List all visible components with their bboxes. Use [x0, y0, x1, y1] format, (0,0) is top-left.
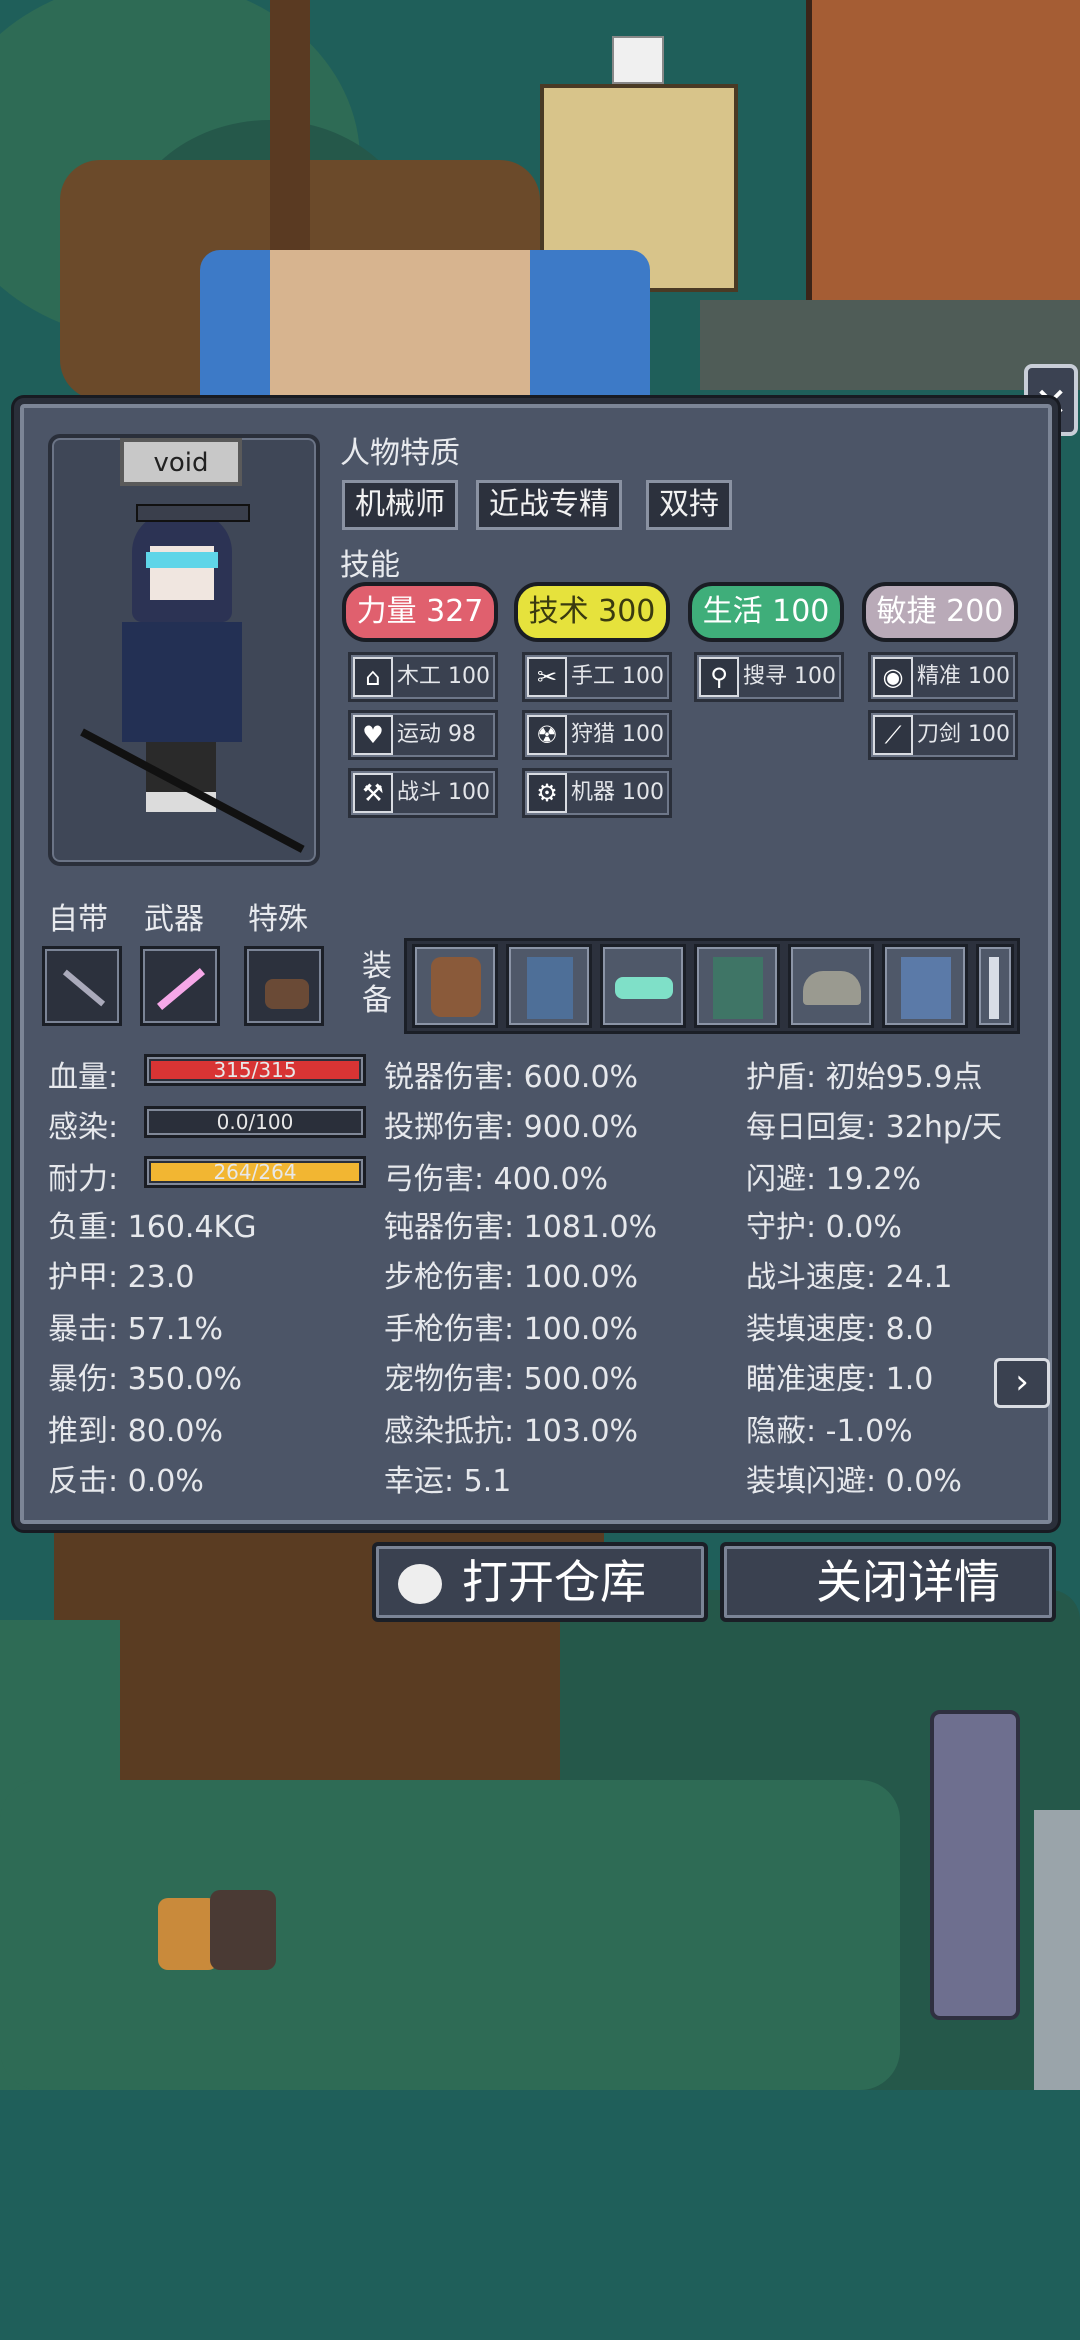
open-storage-button[interactable]: 打开仓库 [372, 1542, 708, 1622]
stat-stealth: 隐蔽: -1.0% [746, 1414, 913, 1449]
hp-value: 315/315 [213, 1058, 297, 1082]
radiation-icon: ☢ [527, 715, 567, 755]
pet-dog [210, 1890, 276, 1970]
pet-cat [158, 1898, 218, 1970]
tab-innate[interactable]: 自带 [48, 894, 108, 938]
equip-shoes[interactable] [600, 944, 686, 1028]
stat-counter: 反击: 0.0% [48, 1464, 204, 1499]
tree [270, 0, 310, 280]
stat-pet-damage: 宠物伤害: 500.0% [384, 1362, 639, 1397]
equip-extra[interactable] [976, 944, 1014, 1028]
equip-cap[interactable] [788, 944, 874, 1028]
close-details-button[interactable]: 关闭详情 [720, 1542, 1056, 1622]
stat-infection-resist: 感染抵抗: 103.0% [384, 1414, 639, 1449]
stamina-value: 264/264 [213, 1160, 297, 1184]
stat-crit-damage: 暴伤: 350.0% [48, 1362, 243, 1397]
stamina-label: 耐力: [48, 1162, 119, 1197]
tab-weapon[interactable]: 武器 [144, 894, 204, 938]
stat-throw-damage: 投掷伤害: 900.0% [384, 1110, 639, 1145]
character-name: void [120, 438, 242, 486]
tab-special[interactable]: 特殊 [248, 894, 308, 938]
skill-precision[interactable]: ◉ 精准 100 [868, 652, 1018, 702]
wrench-icon: ⚒ [353, 773, 393, 813]
stat-weight: 负重: 160.4KG [48, 1210, 257, 1245]
heart-icon: ♥ [353, 715, 393, 755]
skill-hunting[interactable]: ☢ 狩猎 100 [522, 710, 672, 760]
trait-dual-wield[interactable]: 双持 [646, 480, 732, 530]
equip-backpack[interactable] [412, 944, 498, 1028]
stone-steps [1034, 1810, 1080, 2090]
trait-melee-expert[interactable]: 近战专精 [476, 480, 622, 530]
skill-scavenging[interactable]: ⚲ 搜寻 100 [694, 652, 844, 702]
equip-pants[interactable] [506, 944, 592, 1028]
hp-bar: 315/315 [144, 1054, 366, 1086]
slot-weapon-energy-sword[interactable] [140, 946, 220, 1026]
stat-shield: 护盾: 初始95.9点 [746, 1060, 983, 1095]
infection-bar: 0.0/100 [144, 1106, 366, 1138]
equipment-label: 装备 [362, 949, 392, 1018]
skill-blades[interactable]: ⟋ 刀剑 100 [868, 710, 1018, 760]
stat-armor: 护甲: 23.0 [48, 1260, 195, 1295]
roof [806, 0, 1080, 320]
traits-header: 人物特质 [340, 436, 460, 471]
skill-carpentry[interactable]: ⌂ 木工 100 [348, 652, 498, 702]
skill-life[interactable]: 生活 100 [688, 582, 844, 642]
stat-luck: 幸运: 5.1 [384, 1464, 512, 1499]
gear-icon: ⚙ [527, 773, 567, 813]
skill-machinery[interactable]: ⚙ 机器 100 [522, 768, 672, 818]
hp-mini-bar [136, 504, 250, 522]
skills-header: 技能 [340, 548, 400, 583]
slot-innate-blade[interactable] [42, 946, 122, 1026]
stat-daily-regen: 每日回复: 32hp/天 [746, 1110, 1002, 1145]
hp-label: 血量: [48, 1060, 119, 1095]
supply-box-icon [612, 36, 664, 84]
trait-mechanic[interactable]: 机械师 [342, 480, 458, 530]
house-icon: ⌂ [353, 657, 393, 697]
skill-combat[interactable]: ⚒ 战斗 100 [348, 768, 498, 818]
storage-icon [398, 1564, 442, 1604]
stat-sharp-damage: 锐器伤害: 600.0% [384, 1060, 639, 1095]
skill-technique[interactable]: 技术 300 [514, 582, 670, 642]
stat-bow-damage: 弓伤害: 400.0% [384, 1162, 609, 1197]
stone-pillar [930, 1710, 1020, 2020]
next-page-button[interactable]: › [994, 1358, 1050, 1408]
slot-special-pet[interactable] [244, 946, 324, 1026]
scissors-icon: ✂ [527, 657, 567, 697]
character-portrait [48, 434, 320, 866]
stat-reload-dodge: 装填闪避: 0.0% [746, 1464, 962, 1499]
stat-guard: 守护: 0.0% [746, 1210, 902, 1245]
equip-vest[interactable] [694, 944, 780, 1028]
stat-combat-speed: 战斗速度: 24.1 [746, 1260, 953, 1295]
skill-agility[interactable]: 敏捷 200 [862, 582, 1018, 642]
stat-reload-speed: 装填速度: 8.0 [746, 1312, 934, 1347]
skill-athletics[interactable]: ♥ 运动 98 [348, 710, 498, 760]
skill-handcraft[interactable]: ✂ 手工 100 [522, 652, 672, 702]
equip-boots[interactable] [882, 944, 968, 1028]
stat-rifle-damage: 步枪伤害: 100.0% [384, 1260, 639, 1295]
stat-dodge: 闪避: 19.2% [746, 1162, 921, 1197]
stamina-bar: 264/264 [144, 1156, 366, 1188]
infection-label: 感染: [48, 1110, 119, 1145]
infection-value: 0.0/100 [216, 1110, 294, 1134]
skill-strength[interactable]: 力量 327 [342, 582, 498, 642]
stat-aim-speed: 瞄准速度: 1.0 [746, 1362, 934, 1397]
stat-knockdown: 推到: 80.0% [48, 1414, 223, 1449]
stat-pistol-damage: 手枪伤害: 100.0% [384, 1312, 639, 1347]
stone-wall [700, 300, 1080, 390]
sword-icon: ⟋ [873, 715, 913, 755]
eye-icon: ◉ [873, 657, 913, 697]
stat-crit: 暴击: 57.1% [48, 1312, 223, 1347]
stat-blunt-damage: 钝器伤害: 1081.0% [384, 1210, 658, 1245]
magnifier-icon: ⚲ [699, 657, 739, 697]
